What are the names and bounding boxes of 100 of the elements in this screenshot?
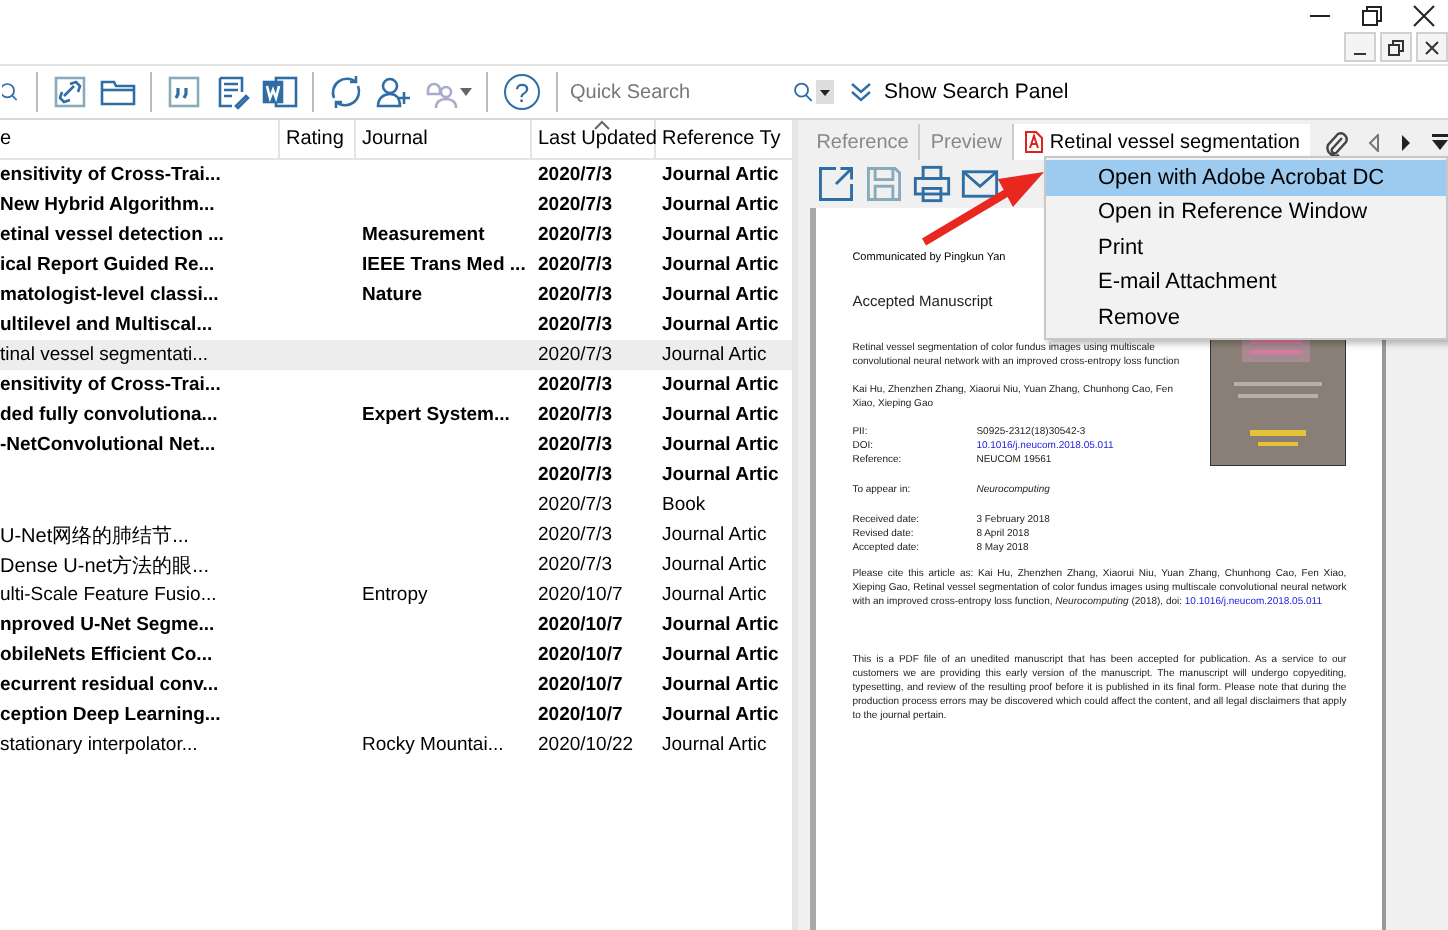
column-header[interactable]: Rating <box>280 120 356 160</box>
search-icon[interactable] <box>790 79 816 105</box>
type-cell-text: Journal Artic <box>660 582 769 610</box>
date-cell-text: 2020/10/7 <box>536 642 625 670</box>
title-cell-text: ultilevel and Multiscal... <box>0 312 215 340</box>
type-cell-text: Journal Artic <box>660 672 781 700</box>
menu-item[interactable]: E-mail Attachment <box>1046 265 1446 300</box>
date-cell-text: 2020/7/3 <box>536 552 614 580</box>
type-cell-text: Journal Artic <box>660 312 781 340</box>
column-header[interactable]: Last Updated <box>532 120 656 160</box>
sync-icon[interactable] <box>328 74 364 110</box>
journal-cell-text: Rocky Mountai... <box>360 732 506 760</box>
mail-icon[interactable] <box>960 164 1001 204</box>
type-cell-text: Journal Artic <box>660 642 781 670</box>
type-cell-text: Journal Artic <box>660 252 781 280</box>
title-cell-text: nproved U-Net Segme... <box>0 612 217 640</box>
title-cell-text: New Hybrid Algorithm... <box>0 192 217 220</box>
date-cell-text: 2020/7/3 <box>536 492 614 520</box>
menu-item[interactable]: Open in Reference Window <box>1046 195 1446 230</box>
journal-cell-text: Measurement <box>360 222 487 250</box>
date-cell-text: 2020/10/7 <box>536 702 625 730</box>
type-cell-text: Journal Artic <box>660 522 769 550</box>
date-cell-text: 2020/7/3 <box>536 342 614 370</box>
date-cell-text: 2020/7/3 <box>536 192 614 220</box>
menu-item[interactable]: Print <box>1046 230 1446 265</box>
title-cell-text: Dense U-net方法的眼... <box>0 553 211 580</box>
title-cell-text: matologist-level classi... <box>0 282 221 310</box>
type-cell-text: Book <box>660 492 708 520</box>
edit-document-icon[interactable] <box>214 74 250 110</box>
quote-icon[interactable] <box>166 74 202 110</box>
date-cell-text: 2020/7/3 <box>536 222 614 250</box>
date-cell-text: 2020/7/3 <box>536 372 614 400</box>
title-cell-text: ulti-Scale Feature Fusio... <box>0 582 219 610</box>
date-cell-text: 2020/10/22 <box>536 732 636 760</box>
help-button[interactable]: ? <box>504 74 540 110</box>
restore-button[interactable] <box>1380 32 1412 62</box>
date-cell-text: 2020/7/3 <box>536 432 614 460</box>
menu-item[interactable]: Remove <box>1046 300 1446 335</box>
title-cell-text: ical Report Guided Re... <box>0 252 217 280</box>
type-cell-text: Journal Artic <box>660 612 781 640</box>
journal-cell-text: Expert System... <box>360 402 512 430</box>
type-cell-text: Journal Artic <box>660 732 769 760</box>
chevron-icon <box>850 82 872 102</box>
date-cell-text: 2020/7/3 <box>536 522 614 550</box>
type-cell-text: Journal Artic <box>660 372 781 400</box>
type-cell-text: Journal Artic <box>660 462 781 490</box>
title-cell-text: etinal vessel detection ... <box>0 222 226 250</box>
date-cell-text: 2020/10/7 <box>536 672 625 700</box>
close-icon[interactable] <box>1412 4 1436 28</box>
paperclip-icon[interactable] <box>1324 129 1348 155</box>
pointer-arrow <box>921 172 1044 246</box>
date-cell-text: 2020/7/3 <box>536 462 614 490</box>
type-cell-text: Journal Artic <box>660 282 781 310</box>
date-cell-text: 2020/7/3 <box>536 312 614 340</box>
title-cell-text: ensitivity of Cross-Trai... <box>0 162 223 190</box>
type-cell-text: Journal Artic <box>660 342 769 370</box>
menu-item[interactable]: Open with Adobe Acrobat DC <box>1046 160 1446 195</box>
date-cell-text: 2020/7/3 <box>536 162 614 190</box>
journal-cell-text: Nature <box>360 282 425 310</box>
journal-cell-text: Entropy <box>360 582 430 610</box>
row-highlight[interactable]: tinal vessel segmentati... 2020/7/3 Journal Artic <box>0 340 793 370</box>
dropdown-button[interactable] <box>816 80 834 104</box>
date-cell-text: 2020/7/3 <box>536 402 614 430</box>
external-link-icon[interactable] <box>816 164 857 204</box>
caret-icon[interactable] <box>460 88 472 96</box>
title-cell-text: obileNets Efficient Co... <box>0 642 215 670</box>
date-cell-text: 2020/7/3 <box>536 282 614 310</box>
type-cell-text: Journal Artic <box>660 702 781 730</box>
title-cell-text: ecurrent residual conv... <box>0 672 221 700</box>
journal-cell-text: IEEE Trans Med ... <box>360 252 528 280</box>
close-button[interactable] <box>1416 32 1448 62</box>
title-cell-text: tinal vessel segmentati... <box>0 342 211 370</box>
more-icon[interactable] <box>1432 134 1448 150</box>
type-cell-text: Journal Artic <box>660 192 781 220</box>
caret-icon <box>820 89 830 95</box>
title-cell-text: ensitivity of Cross-Trai... <box>0 372 223 400</box>
column-header[interactable]: Journal <box>356 120 532 160</box>
minimize-button[interactable] <box>1344 32 1376 62</box>
print-icon[interactable] <box>912 164 953 204</box>
close-icon <box>1424 39 1440 55</box>
word-document-icon[interactable] <box>262 74 298 110</box>
restore-icon <box>1388 39 1404 55</box>
previous-icon[interactable] <box>1368 133 1380 151</box>
type-cell-text: Journal Artic <box>660 162 781 190</box>
type-cell-text: Journal Artic <box>660 432 781 460</box>
show-search-panel-button[interactable]: Show Search Panel <box>850 80 1069 104</box>
title-cell-text: stationary interpolator... <box>0 732 200 760</box>
minimize-icon <box>1354 51 1366 55</box>
column-header[interactable]: e <box>0 120 280 160</box>
next-icon[interactable] <box>1400 133 1412 151</box>
date-cell-text: 2020/10/7 <box>536 612 625 640</box>
type-cell-text: Journal Artic <box>660 402 781 430</box>
title-cell-text: ception Deep Learning... <box>0 702 223 730</box>
title-cell-text: -NetConvolutional Net... <box>0 432 218 460</box>
title-cell-text: ded fully convolutiona... <box>0 402 220 430</box>
title-cell-text: U-Net网络的肺结节... <box>0 523 191 550</box>
add-person-icon[interactable] <box>376 74 412 110</box>
type-cell-text: Journal Artic <box>660 222 781 250</box>
date-cell-text: 2020/10/7 <box>536 582 625 610</box>
restore-icon[interactable] <box>1360 4 1384 28</box>
